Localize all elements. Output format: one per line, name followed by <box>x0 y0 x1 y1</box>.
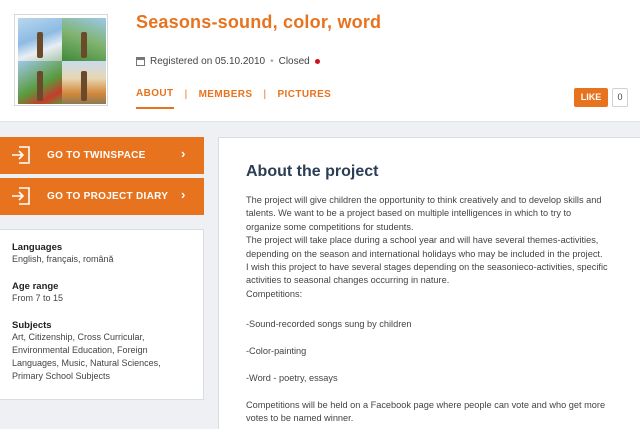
project-header: Seasons-sound, color, word Registered on… <box>0 0 640 122</box>
subjects-line: Languages, Music, Natural Sciences, <box>12 358 161 368</box>
project-meta: Registered on 05.10.2010 • Closed <box>136 56 320 67</box>
thumbnail-winter <box>18 18 62 61</box>
description-line: I wish this project to have several stag… <box>246 262 608 273</box>
age-range-value: From 7 to 15 <box>12 293 64 303</box>
thumbnail-summer <box>18 61 62 104</box>
competition-voting-paragraph: Competitions will be held on a Facebook … <box>246 399 631 426</box>
description-line: Competitions: <box>246 288 303 299</box>
about-heading: About the project <box>246 163 379 180</box>
age-range-heading: Age range <box>12 281 59 292</box>
project-title: Seasons-sound, color, word <box>136 12 382 32</box>
description-line: organize some competitions for students. <box>246 221 414 232</box>
description-line: depending on the season and internationa… <box>246 248 603 259</box>
competition-color: -Color-painting <box>246 346 307 356</box>
languages-value: English, français, română <box>12 254 114 264</box>
twinspace-label: GO TO TWINSPACE <box>47 150 146 161</box>
competition-word: -Word - poetry, essays <box>246 373 338 383</box>
tab-pictures[interactable]: PICTURES <box>277 89 331 108</box>
meta-separator: • <box>270 56 274 67</box>
like-count: 0 <box>612 88 628 107</box>
project-thumbnail <box>14 14 108 106</box>
enter-icon <box>12 146 30 164</box>
registered-date: Registered on 05.10.2010 <box>150 56 266 67</box>
languages-heading: Languages <box>12 242 63 253</box>
description-paragraph: The project will give children the oppor… <box>246 194 631 301</box>
project-tabs: ABOUT | MEMBERS | PICTURES <box>136 88 331 109</box>
status-text: Closed <box>278 56 310 67</box>
calendar-icon <box>136 57 145 66</box>
go-to-twinspace-button[interactable]: GO TO TWINSPACE › <box>0 137 204 174</box>
tab-members[interactable]: MEMBERS <box>199 89 253 108</box>
thumbnail-autumn <box>62 61 106 104</box>
description-line: votes to be named winner. <box>246 413 354 424</box>
subjects-line: Art, Citizenship, Cross Curricular, <box>12 332 145 342</box>
about-panel: About the project The project will give … <box>218 137 640 429</box>
subjects-heading: Subjects <box>12 320 52 331</box>
tab-divider: | <box>184 89 188 100</box>
description-line: Competitions will be held on a Facebook … <box>246 400 606 410</box>
project-info-panel: Languages English, français, română Age … <box>0 229 204 400</box>
thumbnail-spring <box>62 18 106 61</box>
description-line: activities to seasonal changes occurring… <box>246 275 450 286</box>
go-to-project-diary-button[interactable]: GO TO PROJECT DIARY › <box>0 178 204 215</box>
description-line: The project will give children the oppor… <box>246 195 602 205</box>
chevron-right-icon: › <box>181 146 186 161</box>
tab-divider: | <box>263 89 267 100</box>
description-line: The project will take place during a sch… <box>246 235 599 246</box>
like-button[interactable]: LIKE <box>574 88 608 107</box>
project-diary-label: GO TO PROJECT DIARY <box>47 191 169 202</box>
status-dot-icon <box>314 59 320 64</box>
description-line: talents. We want to be a project based o… <box>246 208 572 219</box>
chevron-right-icon: › <box>181 187 186 202</box>
enter-icon <box>12 187 30 205</box>
competition-sound: -Sound-recorded songs sung by children <box>246 319 412 329</box>
subjects-line: Environmental Education, Foreign <box>12 345 148 355</box>
tab-about[interactable]: ABOUT <box>136 88 174 109</box>
subjects-line: Primary School Subjects <box>12 371 111 381</box>
